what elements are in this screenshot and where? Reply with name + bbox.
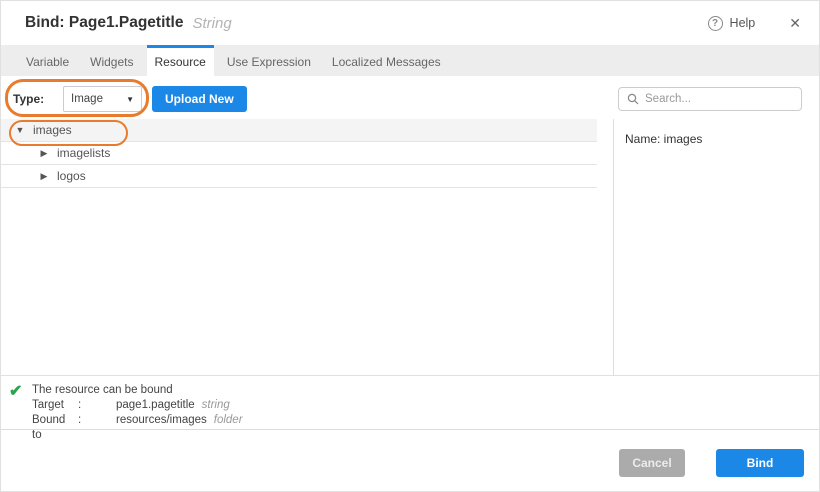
resource-name-label: Name: images (625, 132, 702, 146)
upload-new-button[interactable]: Upload New (152, 86, 247, 112)
caret-right-icon[interactable]: ▶ (39, 171, 49, 182)
tree-row-imagelists[interactable]: ▶ imagelists (1, 142, 597, 165)
tab-widgets[interactable]: Widgets (82, 45, 141, 76)
caret-down-icon[interactable]: ▼ (15, 125, 25, 135)
status-message: The resource can be bound (32, 383, 820, 398)
type-dropdown-value: Image (71, 93, 103, 105)
tree-label: images (33, 123, 72, 137)
dialog-title-type: String (192, 15, 231, 32)
status-row-target: Target : page1.pagetitle string (32, 398, 820, 413)
tree-label: imagelists (57, 146, 110, 160)
help-icon: ? (708, 16, 723, 31)
search-input[interactable] (645, 93, 793, 105)
tab-bar: Variable Widgets Resource Use Expression… (1, 45, 819, 76)
bind-dialog: Bind: Page1.Pagetitle String ? Help ✕ Va… (0, 0, 820, 492)
bind-button[interactable]: Bind (716, 449, 804, 477)
help-label: Help (730, 16, 756, 30)
type-dropdown[interactable]: Image ▼ (63, 86, 142, 112)
status-area: ✔ The resource can be bound Target : pag… (1, 375, 820, 429)
dropdown-caret-icon: ▼ (126, 95, 134, 104)
tab-use-expression[interactable]: Use Expression (219, 45, 319, 76)
resource-tree: ▼ images ▶ imagelists ▶ logos (1, 119, 597, 188)
tree-row-images[interactable]: ▼ images (1, 119, 597, 142)
check-icon: ✔ (9, 381, 22, 401)
tree-label: logos (57, 169, 86, 183)
tab-localized-messages[interactable]: Localized Messages (324, 45, 449, 76)
cancel-button[interactable]: Cancel (619, 449, 685, 477)
dialog-title: Bind: Page1.Pagetitle (25, 14, 183, 32)
search-box[interactable] (618, 87, 802, 111)
help-button[interactable]: ? Help (708, 16, 756, 31)
tab-variable[interactable]: Variable (18, 45, 77, 76)
search-icon (627, 93, 639, 105)
tab-resource[interactable]: Resource (147, 45, 214, 76)
caret-right-icon[interactable]: ▶ (39, 148, 49, 159)
detail-panel: Name: images (613, 119, 820, 375)
tree-row-logos[interactable]: ▶ logos (1, 165, 597, 188)
status-row-bound-to: Bound to : resources/images folder (32, 413, 820, 443)
title-bar: Bind: Page1.Pagetitle String ? Help ✕ (1, 1, 819, 45)
footer-divider (1, 429, 820, 430)
type-label: Type: (13, 92, 44, 106)
close-icon[interactable]: ✕ (789, 15, 801, 32)
